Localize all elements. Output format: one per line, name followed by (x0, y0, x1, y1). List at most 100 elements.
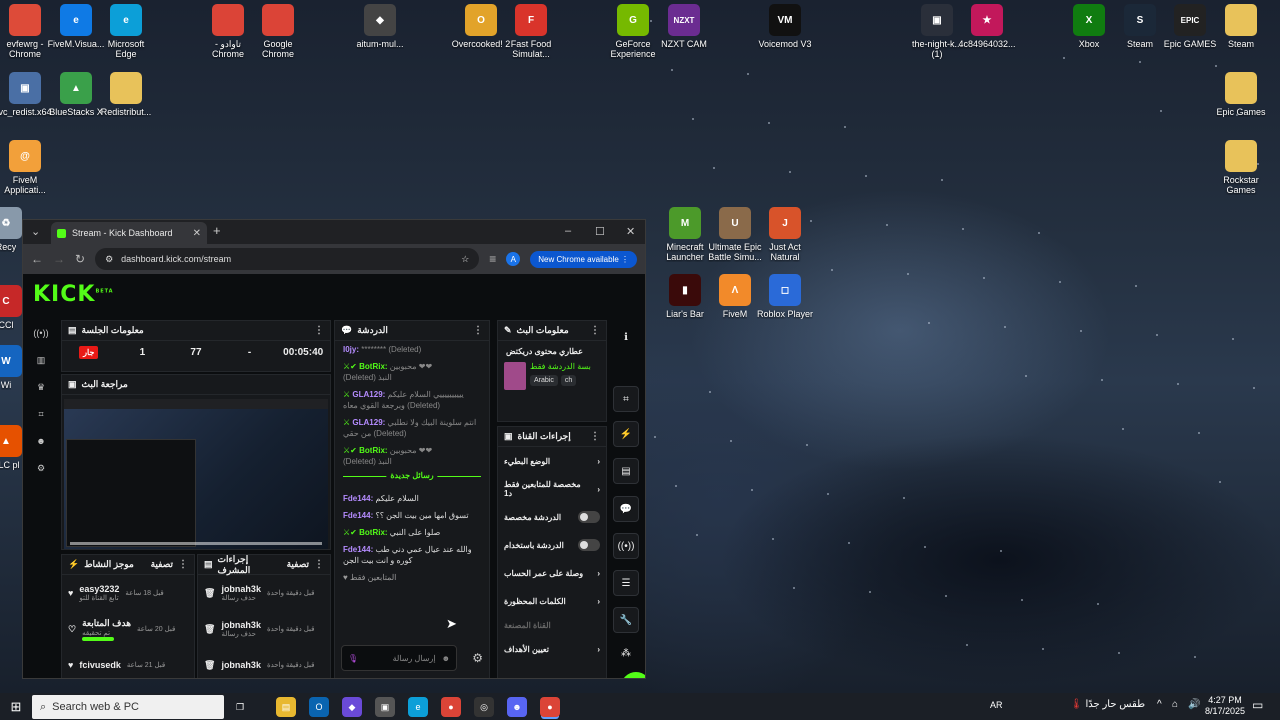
store-icon[interactable]: ▣ (375, 697, 395, 717)
scan-icon[interactable]: ⌗ (32, 405, 50, 423)
info-icon[interactable]: ℹ (613, 324, 639, 350)
clock[interactable]: 4:27 PM 8/17/2025 (1200, 695, 1250, 717)
activity-feed-header: ⚡ موجز النشاط تصفية ⋮ (62, 555, 194, 575)
desktop-icon-epic-folder[interactable]: Epic Games (1211, 72, 1271, 117)
chart-icon[interactable]: ▥ (32, 351, 50, 369)
microphone-icon[interactable]: 🎙 (348, 654, 358, 663)
more-options-icon[interactable]: ⋮ (314, 559, 324, 570)
custom-chat-toggle[interactable] (578, 511, 600, 523)
chat-settings-gear-icon[interactable]: ⚙ (472, 651, 483, 665)
chrome-active-icon[interactable]: ● (540, 697, 560, 717)
desktop-icon-fast-food[interactable]: F Fast Food Simulat... (501, 4, 561, 59)
reload-icon[interactable]: ↻ (75, 252, 85, 266)
back-arrow-icon[interactable]: ← (31, 252, 43, 266)
profile-avatar[interactable]: A (506, 252, 521, 266)
slow-mode-row[interactable]: الوضع البطيء › (498, 447, 606, 475)
tag-chip[interactable]: ch (560, 375, 577, 386)
more-options-icon[interactable]: ⋮ (590, 325, 600, 336)
document-icon[interactable]: ▤ (613, 458, 639, 484)
chat-message[interactable]: Fde144: السلام عليكم (335, 490, 489, 507)
language-indicator[interactable]: AR (990, 700, 1003, 710)
desktop-icon-steam-folder[interactable]: Steam (1211, 4, 1271, 49)
site-info-icon[interactable]: ⚙ (105, 254, 113, 265)
media-control-icon[interactable]: ≡ (489, 252, 496, 266)
weather-widget[interactable]: 🌡 طقس حار جدًا (1070, 699, 1145, 710)
set-goals-row[interactable]: تعيين الأهداف › (498, 635, 606, 663)
desktop-icon-redistributables[interactable]: Redistribut... (96, 72, 156, 117)
tray-chevron-icon[interactable]: ^ (1157, 699, 1162, 710)
live-stream-icon[interactable]: ((•)) (32, 324, 50, 342)
desktop-icon-nzxt[interactable]: NZXT NZXT CAM (654, 4, 714, 49)
taskbar-search-box[interactable]: ⌕ Search web & PC (32, 695, 224, 719)
trophy-icon[interactable]: ♛ (32, 378, 50, 396)
outlook-icon[interactable]: O (309, 697, 329, 717)
followers-only-row[interactable]: مخصصة للمتابعين فقط د1 › (498, 475, 606, 503)
desktop-icon-roblox[interactable]: ◻ Roblox Player (755, 274, 815, 319)
network-icon[interactable]: ⌂ (1172, 699, 1178, 710)
desktop-icon-google-chrome[interactable]: Google Chrome (248, 4, 308, 59)
edge-icon[interactable]: e (408, 697, 428, 717)
chat-message[interactable]: ⚔ GLA129: انتم سلوينة البيك ولا نطلبي من… (335, 414, 489, 442)
app-icon[interactable]: ◎ (474, 697, 494, 717)
maximize-icon[interactable]: ☐ (595, 225, 605, 238)
banned-words-row[interactable]: الكلمات المحظورة › (498, 587, 606, 615)
settings-gear-icon[interactable]: ⚙ (32, 459, 50, 477)
emoji-icon[interactable]: ☻ (442, 654, 450, 663)
wrench-icon[interactable]: 🔧 (613, 607, 639, 633)
account-age-row[interactable]: وصلة على عمر الحساب › (498, 559, 606, 587)
broadcast-icon[interactable]: ((•)) (613, 533, 639, 559)
chat-message[interactable]: Fde144: والله عند عيال عمي دني طب كوره و… (335, 541, 489, 569)
minimize-icon[interactable]: – (565, 225, 571, 237)
tab-kick-dashboard[interactable]: Stream - Kick Dashboard ✕ (51, 222, 207, 244)
desktop-icon-rockstar[interactable]: Rockstar Games (1211, 140, 1271, 195)
lightning-icon[interactable]: ⚡ (613, 421, 639, 447)
desktop-icon-just-act-natural[interactable]: J Just Act Natural (755, 207, 815, 262)
desktop-icon-edge[interactable]: e Microsoft Edge (96, 4, 156, 59)
new-tab-plus-icon[interactable]: + (213, 223, 221, 238)
chat-message[interactable]: l0jy: ******** (Deleted) (335, 341, 489, 358)
file-explorer-icon[interactable]: ▤ (276, 697, 296, 717)
chat-message[interactable]: Fde144: تسوق امها مين بيت الجن ؟؟ (335, 507, 489, 524)
chat-message[interactable]: ⚔ GLA129: ييييييييييي السلام عليكم وبرجع… (335, 386, 489, 414)
windows-start-icon[interactable]: ⊞ (6, 697, 26, 717)
app-icon[interactable]: ◆ (342, 697, 362, 717)
task-view-icon[interactable]: ❐ (230, 697, 250, 717)
chat-message[interactable]: ⚔✔ BotRix: محبوبين ❤❤ (Deleted) النبذ (335, 442, 489, 470)
stream-preview-video[interactable] (64, 399, 328, 549)
kick-green-button[interactable] (621, 672, 645, 678)
chat-message[interactable]: ⚔✔ BotRix: محبوبين ❤❤ (Deleted) النبذ (335, 358, 489, 386)
tab-search-chevron-icon[interactable]: ⌄ (31, 225, 40, 238)
grid-dots-icon[interactable]: ⁂ (613, 640, 639, 666)
chat-bubble-icon[interactable]: 💬 (613, 496, 639, 522)
more-options-icon[interactable]: ⋮ (314, 325, 324, 336)
more-options-icon[interactable]: ⋮ (590, 431, 600, 442)
users-icon[interactable]: ☻ (32, 432, 50, 450)
chat-using-toggle[interactable] (578, 539, 600, 551)
desktop-icon-aitum[interactable]: ◆ aitum-mul... (350, 4, 410, 49)
discord-icon[interactable]: ☻ (507, 697, 527, 717)
chat-message[interactable]: ⚔✔ BotRix: صلوا على النبي (335, 524, 489, 541)
desktop-icon-fivem-app[interactable]: @ FiveM Applicati... (0, 140, 55, 195)
desktop-icon-image-file[interactable]: ★ 4c84964032... (957, 4, 1017, 49)
filter-button[interactable]: تصفية (287, 559, 309, 570)
new-chrome-available-button[interactable]: New Chrome available ⋮ (530, 250, 637, 268)
forward-arrow-icon[interactable]: → (53, 252, 65, 266)
url-field[interactable]: ⚙ dashboard.kick.com/stream ☆ (95, 248, 480, 270)
desktop-icon-voicemod[interactable]: VM Voicemod V3 (755, 4, 815, 49)
kick-logo[interactable]: KICKBETA (33, 282, 114, 307)
chrome-icon[interactable]: ● (441, 697, 461, 717)
close-window-icon[interactable]: ✕ (626, 225, 635, 238)
verified-badge-icon: ✔ (350, 362, 357, 371)
bookmark-star-icon[interactable]: ☆ (461, 254, 469, 265)
notifications-icon[interactable]: ▭ (1252, 698, 1263, 712)
more-options-icon[interactable]: ⋮ (178, 559, 188, 570)
more-options-icon[interactable]: ⋮ (473, 325, 483, 336)
close-tab-icon[interactable]: ✕ (193, 228, 201, 239)
layers-icon[interactable]: ☰ (613, 570, 639, 596)
volume-icon[interactable]: 🔊 (1188, 699, 1200, 710)
filter-button[interactable]: تصفية (151, 559, 173, 570)
tag-chip[interactable]: Arabic (530, 375, 558, 386)
snowflake (1139, 61, 1141, 63)
scan-icon[interactable]: ⌗ (613, 386, 639, 412)
chat-message-input[interactable]: 🎙 إرسال رسالة ☻ (341, 645, 457, 671)
